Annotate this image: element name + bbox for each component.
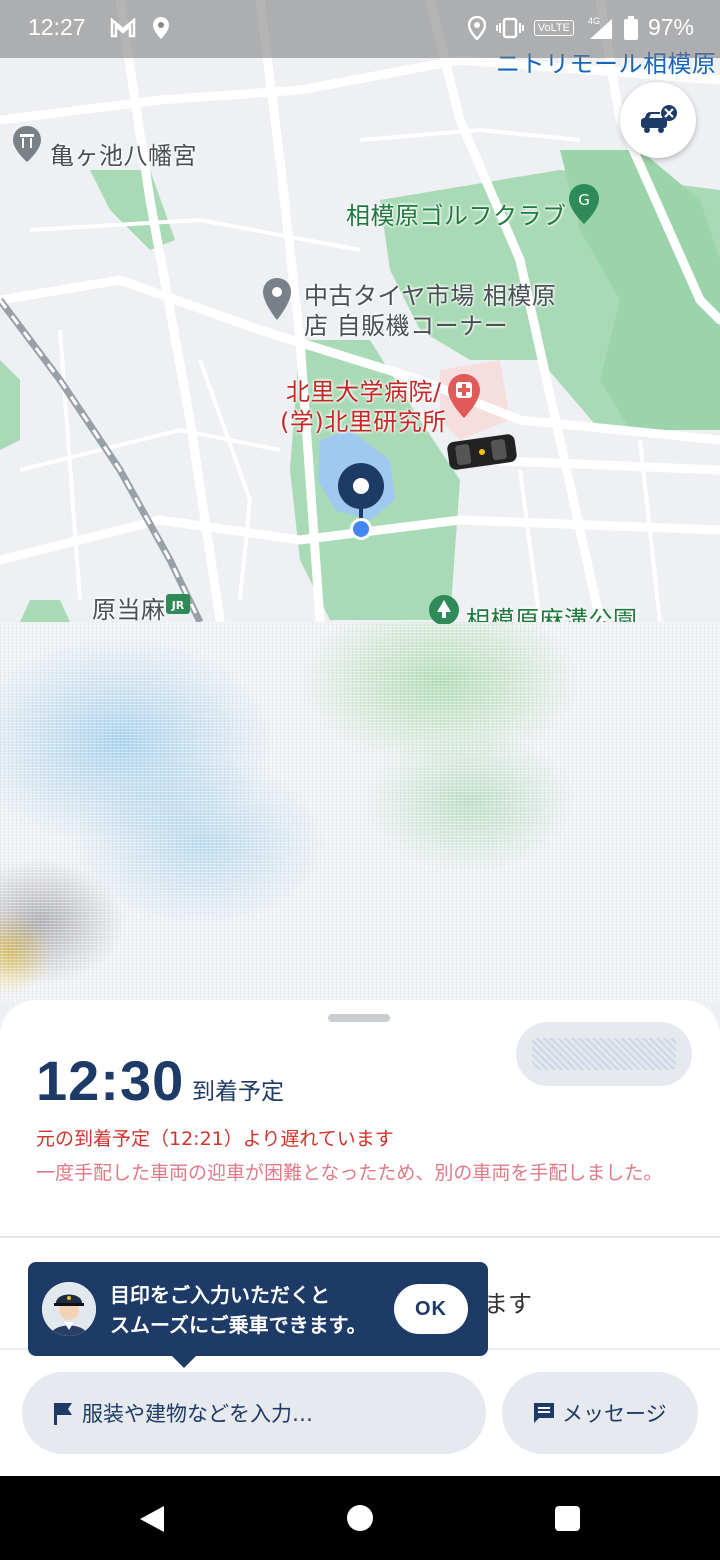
status-bar: 12:27 VoLTE 4G 97% [0,0,720,58]
shrine-pin-icon [13,126,41,162]
jr-station-icon: JR [166,594,190,614]
shop-pin-icon [263,278,291,320]
park-pin-icon [429,595,459,624]
home-icon[interactable] [347,1505,373,1531]
map-label-park: 相模原麻溝公園 [466,606,638,622]
map-label-golf: 相模原ゴルフクラブ [346,202,567,230]
taxi-car-icon [447,434,517,470]
gmail-icon [110,18,136,38]
svg-text:G: G [578,191,590,209]
landmark-input-placeholder: 服装や建物などを入力… [82,1402,313,1426]
status-time: 12:27 [28,14,86,40]
battery-percent: 97% [647,14,694,40]
tooltip-line-2: スムーズにご乗車できます。 [110,1313,367,1337]
map-label-kamegaike: 亀ヶ池八幡宮 [50,142,197,170]
tooltip-ok-button[interactable]: OK [394,1284,468,1334]
battery-icon [623,15,638,40]
map-label-hospital-2: (学)北里研究所 [280,408,447,436]
delay-notice: 元の到着予定（12:21）より遅れています [36,1128,394,1150]
back-icon[interactable] [138,1504,166,1534]
message-icon [534,1403,554,1423]
tooltip-line-1: 目印をご入力いただくと [110,1283,330,1307]
map-label-harataima: 原当麻 [92,596,166,624]
car-cancel-button[interactable] [620,82,696,158]
location-icon [153,17,169,39]
partial-text: ます [484,1290,532,1318]
pickup-pin-icon [338,463,384,540]
eta-time: 12:30 [36,1049,185,1112]
hospital-pin-icon [448,374,480,418]
redacted-info [532,1038,676,1070]
message-button[interactable]: メッセージ [502,1372,698,1454]
android-nav-bar [0,1476,720,1560]
flag-icon [54,1403,72,1425]
driver-avatar [42,1282,96,1336]
landmark-input[interactable]: 服装や建物などを入力… [22,1372,486,1454]
recents-icon[interactable] [555,1506,580,1531]
location-icon [467,15,486,40]
message-label: メッセージ [562,1402,667,1426]
car-cancel-icon [641,105,677,133]
signal-icon: 4G [588,16,612,39]
volte-badge: VoLTE [533,19,574,36]
svg-text:4G: 4G [588,16,600,26]
vibrate-icon [495,17,524,38]
map-loading-area [0,622,720,1002]
sheet-drag-handle[interactable] [328,1014,390,1022]
landmark-tooltip: 目印をご入力いただくと スムーズにご乗車できます。 OK [28,1262,488,1368]
vehicle-info-pill [516,1022,692,1086]
reassign-notice: 一度手配した車両の迎車が困難となったため、別の車両を手配しました。 [36,1162,663,1184]
svg-text:JR: JR [171,599,185,612]
eta-label: 到着予定 [192,1079,284,1105]
map-label-tire-2: 店 自販機コーナー [304,312,509,340]
driver-avatar-icon [42,1282,96,1336]
divider [0,1236,720,1238]
map-view[interactable]: ニトリモール相模原 亀ヶ池八幡宮 相模原ゴルフクラブ G 中古タイヤ市場 相模原… [0,0,720,1030]
golf-pin-icon: G [569,184,599,224]
